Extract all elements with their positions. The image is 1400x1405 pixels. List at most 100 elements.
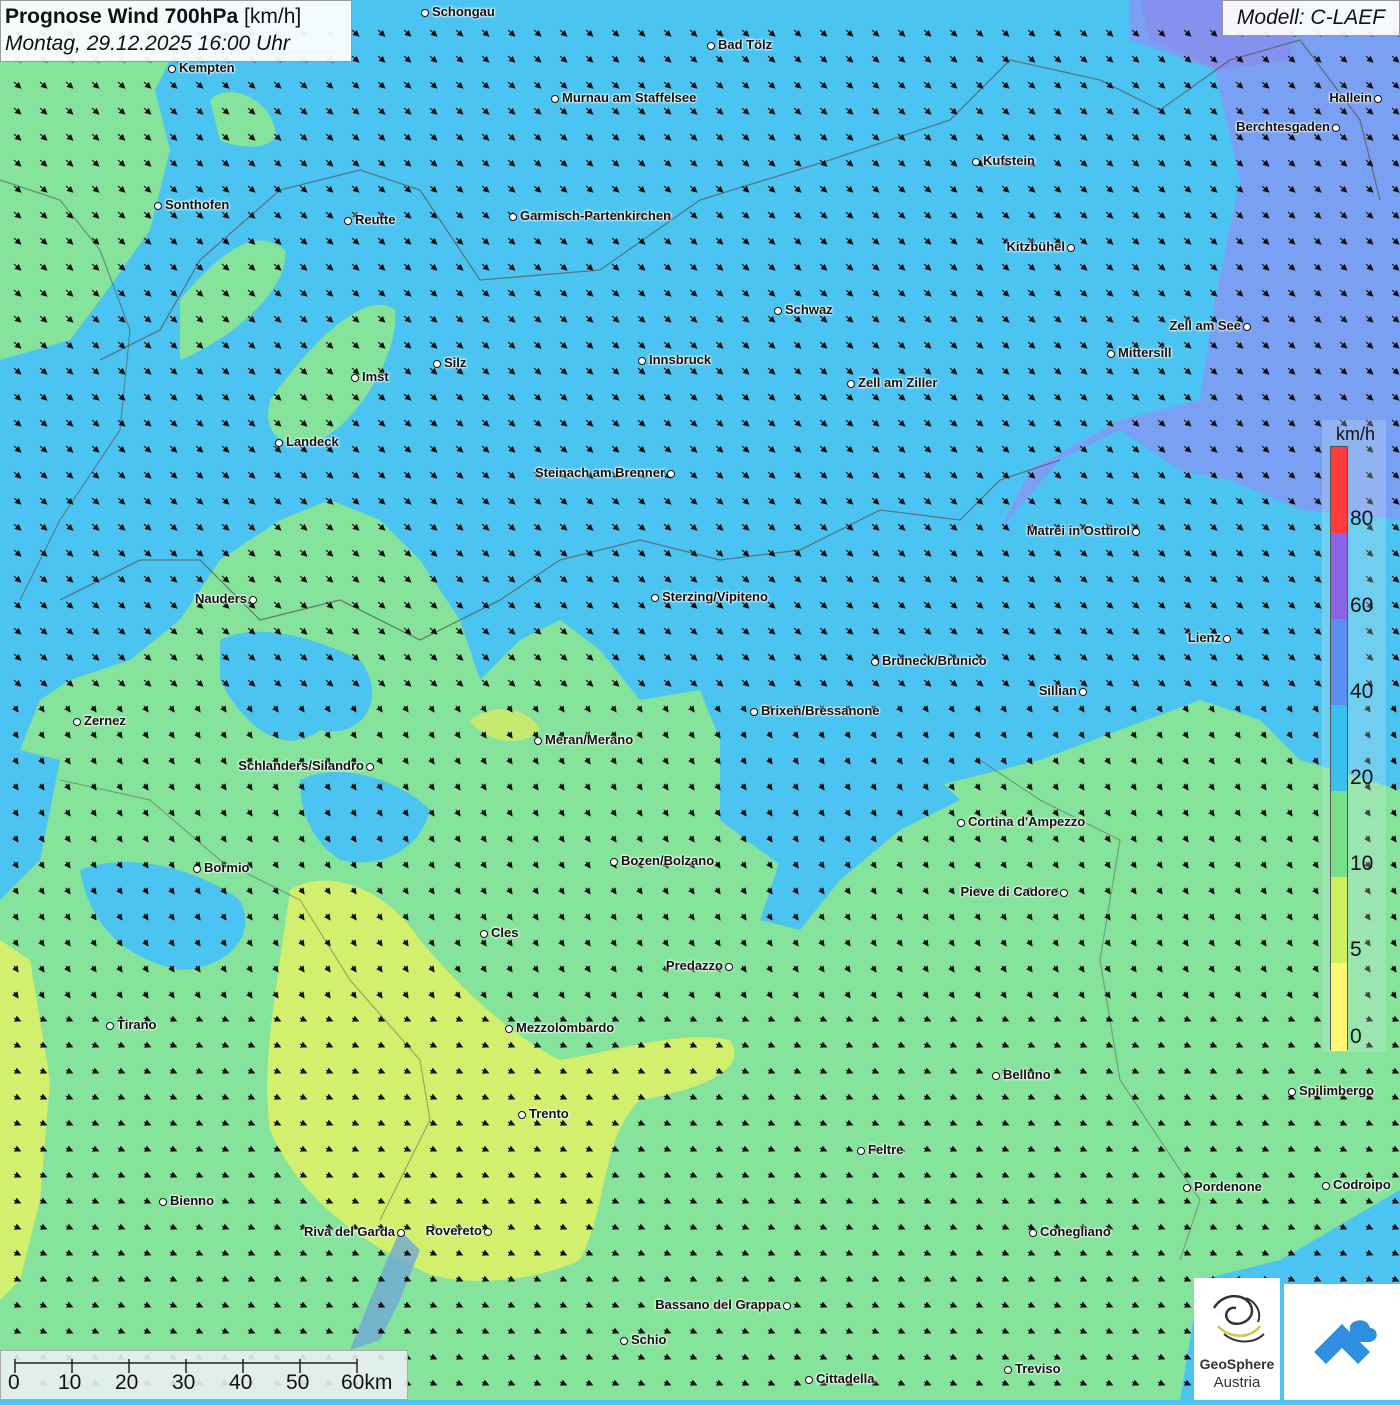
city-marker-icon[interactable] — [106, 1022, 114, 1030]
city-label: Bassano del Grappa — [655, 1297, 781, 1312]
legend-label-80: 80 — [1350, 507, 1374, 530]
city-marker-icon[interactable] — [972, 158, 980, 166]
city-marker-icon[interactable] — [1288, 1088, 1296, 1096]
city-marker-icon[interactable] — [505, 1025, 513, 1033]
city-label: Feltre — [868, 1142, 904, 1157]
legend-segment-0-5 — [1331, 963, 1347, 1051]
city-label: Tirano — [117, 1017, 157, 1032]
legend-segment-10-20 — [1331, 791, 1347, 877]
city-marker-icon[interactable] — [847, 380, 855, 388]
legend-label-40: 40 — [1350, 680, 1374, 703]
city-marker-icon[interactable] — [783, 1302, 791, 1310]
geosphere-emblem-icon — [1212, 1295, 1265, 1343]
city-marker-icon[interactable] — [551, 95, 559, 103]
city-label: Bozen/Bolzano — [621, 853, 715, 868]
city-label: Riva del Garda — [303, 1224, 395, 1239]
city-label: Schwaz — [785, 302, 833, 317]
city-marker-icon[interactable] — [518, 1111, 526, 1119]
city-marker-icon[interactable] — [1132, 528, 1140, 536]
city-marker-icon[interactable] — [534, 737, 542, 745]
city-label: Pordenone — [1194, 1179, 1262, 1194]
city-marker-icon[interactable] — [638, 357, 646, 365]
city-marker-icon[interactable] — [992, 1072, 1000, 1080]
city-marker-icon[interactable] — [620, 1337, 628, 1345]
city-label: Cortina d'Ampezzo — [968, 814, 1086, 829]
city-marker-icon[interactable] — [249, 596, 257, 604]
city-label: Codroipo — [1333, 1177, 1391, 1192]
city-label: Trento — [529, 1106, 569, 1121]
legend-colorbar — [1330, 446, 1348, 1051]
city-marker-icon[interactable] — [509, 213, 517, 221]
city-marker-icon[interactable] — [1332, 124, 1340, 132]
city-marker-icon[interactable] — [750, 708, 758, 716]
city-label: Schio — [631, 1332, 667, 1347]
city-marker-icon[interactable] — [73, 718, 81, 726]
city-label: Steinach am Brenner — [534, 465, 665, 480]
city-label: Schongau — [432, 4, 495, 19]
city-label: Treviso — [1015, 1361, 1061, 1376]
city-marker-icon[interactable] — [168, 65, 176, 73]
city-marker-icon[interactable] — [1374, 95, 1382, 103]
city-label: Belluno — [1003, 1067, 1051, 1082]
city-marker-icon[interactable] — [651, 594, 659, 602]
city-marker-icon[interactable] — [275, 439, 283, 447]
city-marker-icon[interactable] — [1029, 1229, 1037, 1237]
city-label: Landeck — [286, 434, 339, 449]
city-marker-icon[interactable] — [871, 658, 879, 666]
scale-label-40: 40 — [229, 1371, 253, 1394]
city-marker-icon[interactable] — [1183, 1184, 1191, 1192]
city-marker-icon[interactable] — [159, 1198, 167, 1206]
city-label: Bormio — [204, 860, 250, 875]
title: Prognose Wind 700hPa [km/h] — [5, 4, 347, 30]
city-label: Reutte — [355, 212, 396, 227]
city-label: Silz — [444, 355, 467, 370]
city-marker-icon[interactable] — [1223, 635, 1231, 643]
city-marker-icon[interactable] — [484, 1228, 492, 1236]
city-marker-icon[interactable] — [857, 1147, 865, 1155]
city-marker-icon[interactable] — [707, 42, 715, 50]
city-marker-icon[interactable] — [774, 307, 782, 315]
city-marker-icon[interactable] — [421, 9, 429, 17]
title-box: Prognose Wind 700hPa [km/h] Montag, 29.1… — [0, 0, 352, 62]
scale-label-10: 10 — [58, 1371, 82, 1394]
city-label: Bad Tölz — [718, 37, 773, 52]
city-label: Sillian — [1038, 683, 1077, 698]
city-label: Zell am See — [1169, 318, 1241, 333]
city-marker-icon[interactable] — [344, 217, 352, 225]
city-marker-icon[interactable] — [1107, 350, 1115, 358]
legend-label-60: 60 — [1350, 594, 1374, 617]
weather-app-logo[interactable] — [1284, 1284, 1400, 1400]
city-marker-icon[interactable] — [957, 819, 965, 827]
city-label: Matrei in Osttirol — [1026, 523, 1130, 538]
legend-label-10: 10 — [1350, 852, 1374, 875]
title-text: Prognose Wind 700hPa — [5, 5, 239, 28]
city-marker-icon[interactable] — [193, 865, 201, 873]
city-marker-icon[interactable] — [667, 470, 675, 478]
forecast-datetime: Montag, 29.12.2025 16:00 Uhr — [5, 32, 290, 55]
city-label: Predazzo — [665, 958, 723, 973]
city-marker-icon[interactable] — [397, 1229, 405, 1237]
city-label: Kitzbühel — [1006, 239, 1066, 254]
city-marker-icon[interactable] — [1322, 1182, 1330, 1190]
city-marker-icon[interactable] — [366, 763, 374, 771]
legend-segment-80-plus — [1331, 447, 1347, 533]
city-marker-icon[interactable] — [154, 202, 162, 210]
city-label: Cittadella — [816, 1371, 875, 1386]
city-marker-icon[interactable] — [1067, 244, 1075, 252]
city-marker-icon[interactable] — [433, 360, 441, 368]
model-label: Modell: C-LAEF — [1222, 0, 1400, 36]
city-marker-icon[interactable] — [1060, 889, 1068, 897]
legend-label-20: 20 — [1350, 766, 1374, 789]
city-marker-icon[interactable] — [805, 1376, 813, 1384]
city-label: Zell am Ziller — [858, 375, 938, 390]
city-marker-icon[interactable] — [351, 374, 359, 382]
city-marker-icon[interactable] — [480, 930, 488, 938]
city-marker-icon[interactable] — [1004, 1366, 1012, 1374]
city-label: Kempten — [179, 60, 235, 75]
city-marker-icon[interactable] — [610, 858, 618, 866]
city-marker-icon[interactable] — [1243, 323, 1251, 331]
city-marker-icon[interactable] — [1079, 688, 1087, 696]
city-label: Rovereto — [425, 1223, 482, 1238]
legend-segment-60-80 — [1331, 533, 1347, 619]
city-marker-icon[interactable] — [725, 963, 733, 971]
